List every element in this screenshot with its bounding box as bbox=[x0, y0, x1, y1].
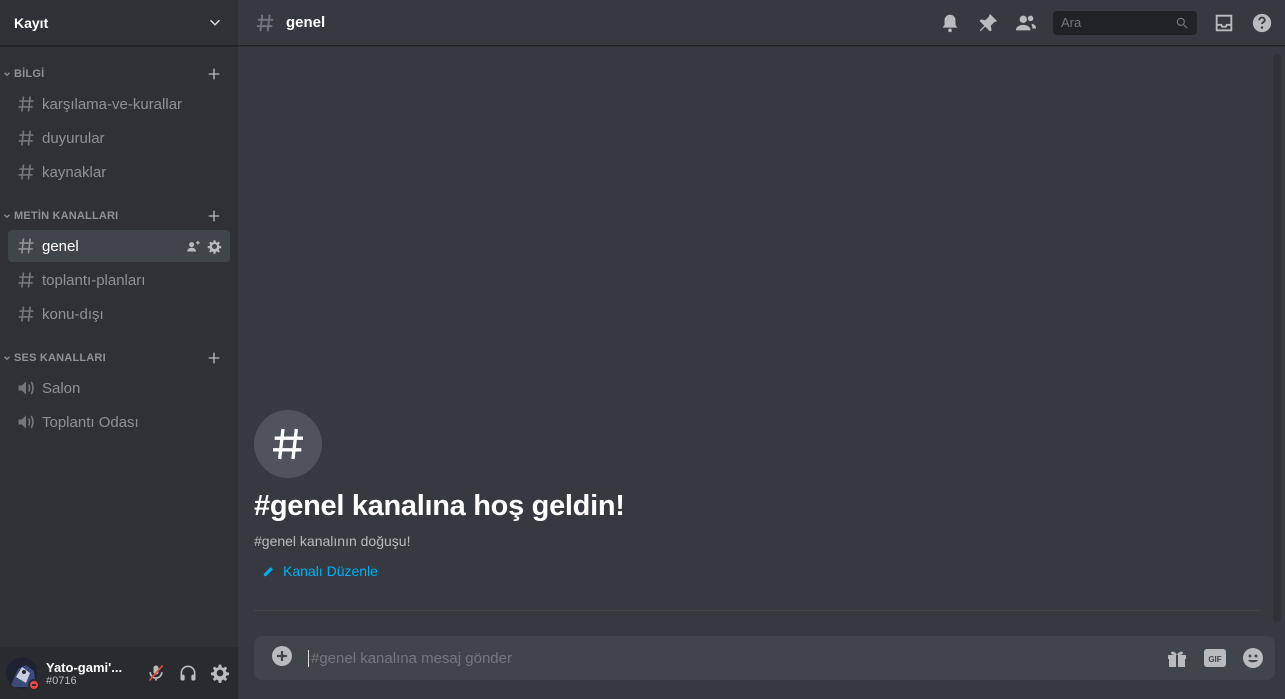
gear-icon[interactable] bbox=[207, 239, 222, 254]
channel-toplanti-planlari[interactable]: toplantı-planları bbox=[8, 264, 230, 296]
chevron-down-icon bbox=[4, 72, 10, 77]
gif-icon[interactable]: GIF bbox=[1203, 646, 1227, 670]
add-channel-icon[interactable] bbox=[206, 350, 222, 366]
channel-genel[interactable]: genel bbox=[8, 230, 230, 262]
channel-name: toplantı-planları bbox=[42, 271, 146, 289]
search-box[interactable] bbox=[1053, 10, 1197, 35]
chat-area: genel #genel kanalına hoş geldin! #genel… bbox=[238, 0, 1285, 699]
edit-channel-link[interactable]: Kanalı Düzenle bbox=[262, 563, 625, 579]
inbox-icon[interactable] bbox=[1213, 12, 1235, 34]
pencil-icon bbox=[263, 566, 273, 576]
channel-sidebar: Kayıt BİLGİ karşılama-ve-kurallar duyuru… bbox=[0, 0, 238, 699]
chevron-down-icon bbox=[4, 214, 10, 219]
channel-name: genel bbox=[42, 237, 79, 255]
pin-icon[interactable] bbox=[977, 12, 999, 34]
welcome-title: #genel kanalına hoş geldin! bbox=[254, 490, 625, 522]
edit-channel-label: Kanalı Düzenle bbox=[283, 563, 378, 579]
chevron-down-icon bbox=[210, 19, 220, 26]
category-ses-kanallari[interactable]: SES KANALLARI bbox=[0, 346, 238, 370]
add-channel-icon[interactable] bbox=[206, 208, 222, 224]
hash-icon bbox=[18, 164, 34, 180]
svg-text:GIF: GIF bbox=[1208, 655, 1221, 664]
channel-name: Toplantı Odası bbox=[42, 413, 139, 431]
server-name: Kayıt bbox=[14, 14, 49, 31]
bell-icon[interactable] bbox=[939, 12, 961, 34]
search-input[interactable] bbox=[1061, 15, 1161, 30]
channel-name: karşılama-ve-kurallar bbox=[42, 95, 183, 113]
channel-name: kaynaklar bbox=[42, 163, 107, 181]
category-label: SES KANALLARI bbox=[14, 352, 106, 364]
channel-name: konu-dışı bbox=[42, 305, 104, 323]
search-icon bbox=[1176, 17, 1188, 29]
hash-icon bbox=[254, 410, 322, 478]
channel-konu-disi[interactable]: konu-dışı bbox=[8, 298, 230, 330]
server-header[interactable]: Kayıt bbox=[0, 0, 238, 46]
message-input[interactable] bbox=[308, 649, 1165, 667]
dnd-status-icon bbox=[28, 679, 40, 691]
scrollbar[interactable] bbox=[1273, 54, 1281, 622]
add-channel-icon[interactable] bbox=[206, 66, 222, 82]
message-composer: GIF bbox=[254, 636, 1275, 680]
members-icon[interactable] bbox=[1015, 12, 1037, 34]
user-info[interactable]: Yato-gami'... #0716 bbox=[46, 660, 146, 687]
channel-salon[interactable]: Salon bbox=[8, 372, 230, 404]
hash-icon bbox=[18, 96, 34, 112]
hash-icon bbox=[18, 272, 34, 288]
speaker-icon bbox=[18, 381, 34, 395]
welcome-subtitle: #genel kanalının doğuşu! bbox=[254, 533, 411, 549]
channel-header: genel bbox=[238, 0, 1285, 46]
hash-icon bbox=[18, 130, 34, 146]
hash-icon bbox=[18, 238, 34, 254]
channel-karsilama-ve-kurallar[interactable]: karşılama-ve-kurallar bbox=[8, 88, 230, 120]
hash-icon bbox=[256, 14, 274, 31]
plus-circle-icon bbox=[272, 646, 292, 666]
channel-toplanti-odasi[interactable]: Toplantı Odası bbox=[8, 406, 230, 438]
channel-name: duyurular bbox=[42, 129, 105, 147]
mute-microphone-icon[interactable] bbox=[146, 663, 166, 683]
category-bilgi[interactable]: BİLGİ bbox=[0, 62, 238, 86]
channel-kaynaklar[interactable]: kaynaklar bbox=[8, 156, 230, 188]
chevron-down-icon bbox=[4, 356, 10, 361]
attach-button[interactable] bbox=[270, 644, 294, 672]
channel-welcome: #genel kanalına hoş geldin! #genel kanal… bbox=[254, 410, 625, 579]
gear-icon[interactable] bbox=[210, 663, 230, 683]
speaker-icon bbox=[18, 415, 34, 429]
category-label: BİLGİ bbox=[14, 68, 45, 80]
category-label: METİN KANALLARI bbox=[14, 210, 119, 222]
user-tag: #0716 bbox=[46, 674, 77, 687]
channel-duyurular[interactable]: duyurular bbox=[8, 122, 230, 154]
user-panel: Yato-gami'... #0716 bbox=[0, 647, 238, 699]
category-metin-kanallari[interactable]: METİN KANALLARI bbox=[0, 204, 238, 228]
headphones-icon[interactable] bbox=[178, 663, 198, 683]
hash-icon bbox=[18, 306, 34, 322]
channel-name: Salon bbox=[42, 379, 81, 397]
username: Yato-gami'... bbox=[46, 659, 123, 675]
emoji-icon[interactable] bbox=[1241, 646, 1265, 670]
avatar[interactable] bbox=[6, 657, 40, 691]
gift-icon[interactable] bbox=[1165, 646, 1189, 670]
help-icon[interactable] bbox=[1251, 12, 1273, 34]
channel-title: genel bbox=[286, 14, 326, 31]
create-invite-icon[interactable] bbox=[186, 239, 201, 254]
divider bbox=[254, 610, 1261, 611]
